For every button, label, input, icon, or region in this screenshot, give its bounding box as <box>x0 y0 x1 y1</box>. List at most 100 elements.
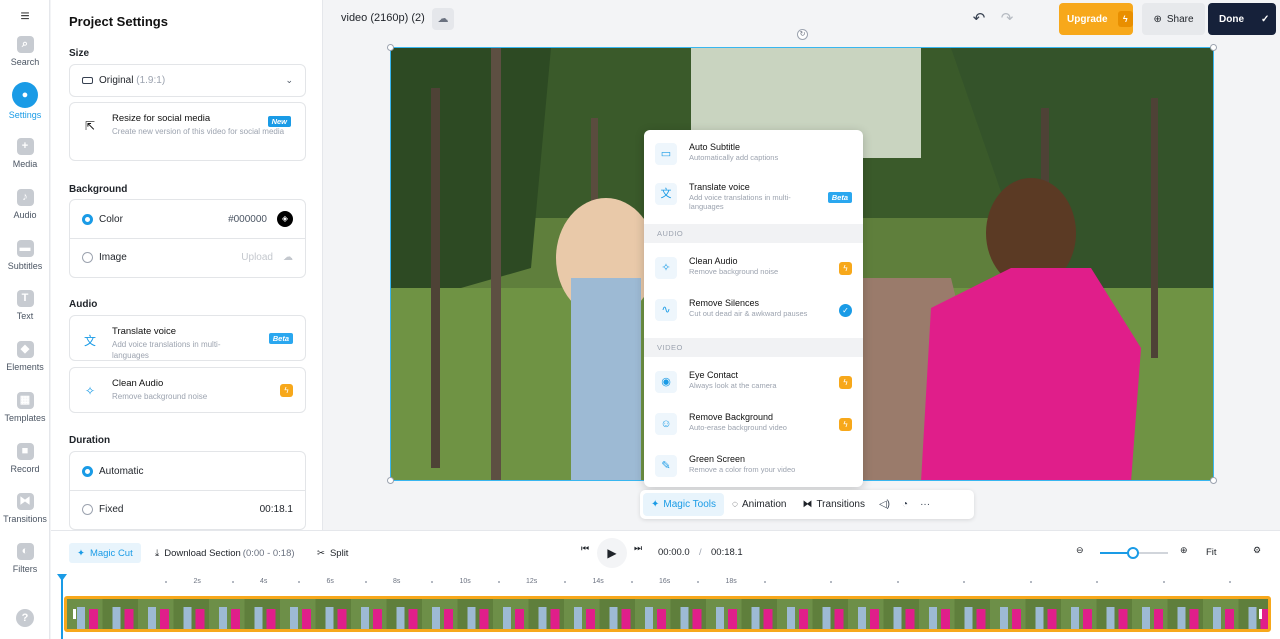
speed-icon[interactable]: ◔ <box>896 493 914 516</box>
color-value[interactable]: #000000 <box>228 214 267 225</box>
video-title[interactable]: video (2160p) (2) <box>341 12 425 24</box>
sidebar-item-settings[interactable]: ● Settings <box>0 82 50 134</box>
ruler-tick <box>564 581 567 583</box>
clip-thumbnail-runner <box>1083 609 1092 629</box>
translate-icon: 文 <box>83 334 96 348</box>
sidebar-item-label: Settings <box>8 110 42 120</box>
color-picker-icon[interactable]: ◈ <box>277 211 293 227</box>
text-icon: T <box>16 290 34 307</box>
resize-handle-bottom-right[interactable] <box>1210 477 1217 484</box>
zoom-in-icon[interactable]: ⊕ <box>1180 545 1188 556</box>
menu-item-remove-silences[interactable]: ∿ Remove Silences Cut out dead air & awk… <box>644 293 863 329</box>
fixed-radio[interactable] <box>82 504 93 515</box>
menu-item-translate-voice[interactable]: 文 Translate voice Add voice translations… <box>644 177 863 221</box>
image-radio[interactable] <box>82 252 93 263</box>
zoom-out-icon[interactable]: ⊖ <box>1076 545 1084 556</box>
magic-cut-button[interactable]: ✦ Magic Cut <box>69 543 141 563</box>
video-clip[interactable] <box>64 596 1271 632</box>
magic-tools-button[interactable]: ✦ Magic Tools <box>643 493 725 516</box>
clip-thumbnail-runner <box>929 607 937 629</box>
duration-fixed-option[interactable]: Fixed 00:18.1 <box>70 490 305 528</box>
menu-item-clean-audio[interactable]: ✧ Clean Audio Remove background noise ϟ <box>644 251 863 287</box>
background-color-option[interactable]: Color #000000 ◈ <box>70 200 305 238</box>
sidebar-item-label: Templates <box>4 413 46 423</box>
menu-item-eye-contact[interactable]: ◉ Eye Contact Always look at the camera … <box>644 365 863 401</box>
sidebar-item-filters[interactable]: ◐ Filters <box>0 543 50 591</box>
share-button[interactable]: ⊕ Share <box>1142 3 1205 35</box>
ruler-label: 2s <box>193 578 201 585</box>
automatic-label: Automatic <box>99 465 144 477</box>
skip-forward-icon[interactable]: ⏭ <box>634 543 642 554</box>
upload-button[interactable]: Upload <box>241 252 273 263</box>
play-button[interactable]: ▶ <box>597 538 627 568</box>
ruler-tick <box>963 581 966 583</box>
animation-button[interactable]: ◌ Animation <box>724 493 794 516</box>
sidebar-item-media[interactable]: + Media <box>0 138 50 186</box>
clip-trim-handle-right[interactable] <box>1259 609 1262 619</box>
ruler-label: 12s <box>526 578 538 585</box>
download-section-button[interactable]: ⤓ Download Section (0:00 - 0:18) <box>155 543 295 563</box>
ruler-tick <box>1162 581 1165 583</box>
volume-icon[interactable]: ◁) <box>873 493 896 516</box>
sidebar-item-label: Elements <box>6 362 44 372</box>
sidebar-item-search[interactable]: ⌕ Search <box>0 36 50 84</box>
size-dropdown[interactable]: Original (1.9:1) ⌄ <box>69 64 306 97</box>
translate-voice-card[interactable]: 文 Translate voice Add voice translations… <box>69 315 306 361</box>
menu-item-auto-subtitle[interactable]: ▭ Auto Subtitle Automatically add captio… <box>644 137 863 173</box>
rotate-handle-icon[interactable]: ↻ <box>797 29 808 40</box>
sidebar-item-record[interactable]: ■ Record <box>0 443 50 491</box>
clip-thumbnail-runner <box>1000 607 1008 629</box>
sidebar-item-elements[interactable]: ◆ Elements <box>0 341 50 389</box>
sidebar-item-transitions[interactable]: ⧓ Transitions <box>0 493 50 541</box>
background-image-option[interactable]: Image Upload ☁ <box>70 238 305 276</box>
left-rail: ≡ ⌕ Search ● Settings + Media ♪ Audio ▬ Subtitles… <box>0 0 50 639</box>
clip-thumbnail-runner <box>160 609 169 629</box>
project-settings-panel: Project Settings Size Original (1.9:1) ⌄… <box>51 0 323 530</box>
duration-automatic-option[interactable]: Automatic <box>70 452 305 490</box>
zoom-slider-knob[interactable] <box>1126 547 1139 559</box>
fixed-duration-value[interactable]: 00:18.1 <box>260 504 293 515</box>
sidebar-item-templates[interactable]: ▦ Templates <box>0 392 50 440</box>
automatic-radio[interactable] <box>82 465 93 477</box>
clip-thumbnail-runner <box>858 607 866 629</box>
menu-item-subtitle: Add voice translations in multi-language… <box>689 193 791 211</box>
clip-thumbnail-runner <box>834 609 844 629</box>
clip-thumbnail-runner <box>183 607 192 629</box>
time-separator: / <box>699 547 702 558</box>
sidebar-item-subtitles[interactable]: ▬ Subtitles <box>0 240 50 288</box>
hamburger-icon[interactable]: ≡ <box>17 9 33 25</box>
undo-icon[interactable]: ↶ <box>969 9 989 29</box>
settings-gear-icon[interactable]: ⚙ <box>1253 545 1261 556</box>
redo-icon[interactable]: ↷ <box>997 9 1017 29</box>
clip-trim-handle-left[interactable] <box>73 609 76 619</box>
done-button[interactable]: Done ✓ <box>1208 3 1276 35</box>
resize-social-card[interactable]: ⇱ Resize for social media Create new ver… <box>69 102 306 161</box>
color-radio[interactable] <box>82 213 93 225</box>
sidebar-item-audio[interactable]: ♪ Audio <box>0 189 50 237</box>
help-icon[interactable]: ? <box>16 609 34 627</box>
ruler-tick <box>497 581 500 583</box>
menu-item-subtitle: Remove background noise <box>689 267 779 276</box>
transitions-button[interactable]: ⧓ Transitions <box>794 493 873 516</box>
split-button[interactable]: ✂ Split <box>317 543 348 563</box>
clip-thumbnail-runner <box>467 607 476 629</box>
resize-handle-bottom-left[interactable] <box>387 477 394 484</box>
resize-handle-top-left[interactable] <box>387 44 394 51</box>
menu-item-green-screen[interactable]: ✎ Green Screen Remove a color from your … <box>644 449 863 485</box>
clean-audio-card[interactable]: ✧ Clean Audio Remove background noise ϟ <box>69 367 306 413</box>
fit-button[interactable]: Fit <box>1206 547 1217 558</box>
ruler-label: 16s <box>659 578 671 585</box>
skip-back-icon[interactable]: ⏮ <box>581 543 589 554</box>
timeline-ruler[interactable]: 2s 4s 6s 8s 10s 12s 14s 16s 18s <box>51 574 1280 596</box>
clip-thumbnail-runner <box>1189 609 1199 629</box>
sidebar-item-text[interactable]: T Text <box>0 290 50 338</box>
menu-item-remove-background[interactable]: ☺ Remove Background Auto-erase backgroun… <box>644 407 863 443</box>
cloud-sync-icon[interactable]: ☁ <box>432 8 454 30</box>
zoom-slider[interactable] <box>1100 547 1168 559</box>
clip-thumbnail-runner <box>822 607 831 629</box>
ruler-tick <box>231 581 234 583</box>
playhead[interactable] <box>57 574 67 639</box>
resize-handle-top-right[interactable] <box>1210 44 1217 51</box>
more-options-icon[interactable]: ··· <box>914 493 936 516</box>
upgrade-button[interactable]: Upgrade ϟ <box>1059 3 1133 35</box>
